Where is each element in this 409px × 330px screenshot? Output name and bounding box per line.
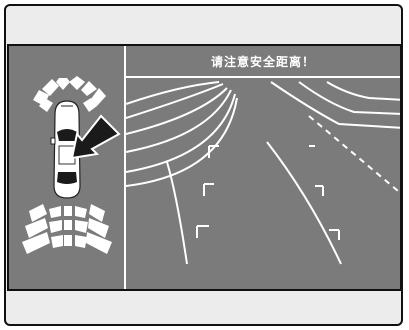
camera-guideline-view (125, 81, 400, 265)
parking-camera-screen: 请注意安全距离！ (7, 44, 402, 291)
